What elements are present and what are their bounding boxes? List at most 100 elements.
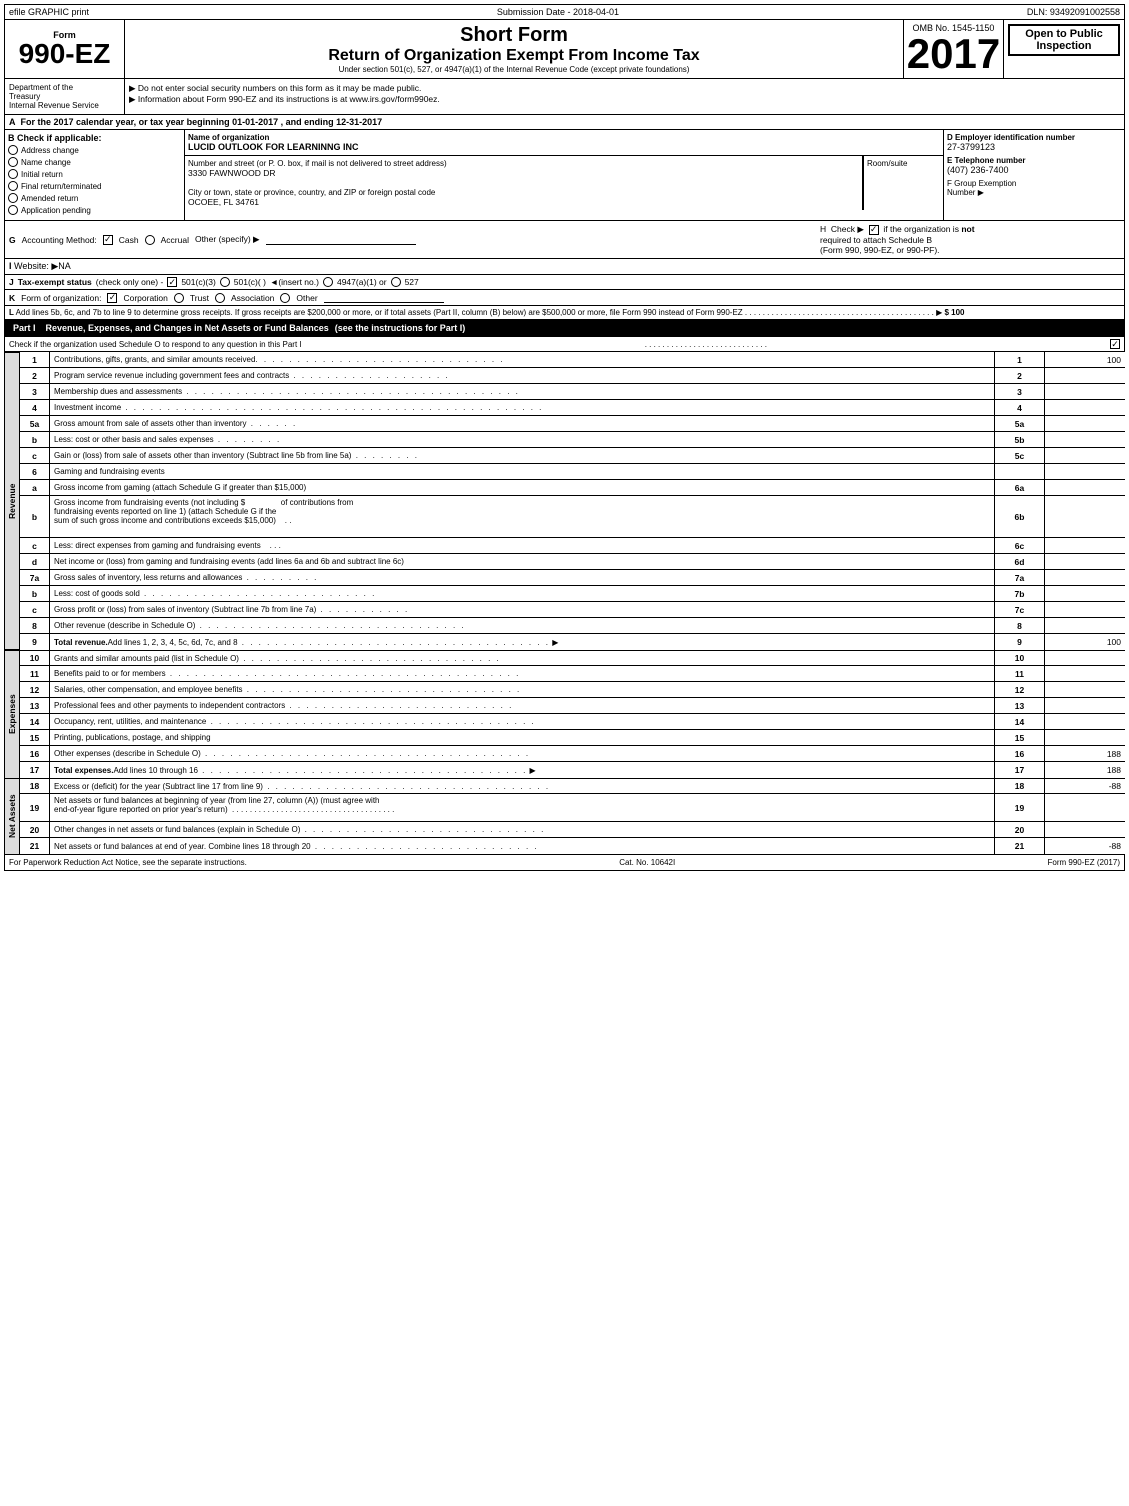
part1-header: Part I Revenue, Expenses, and Changes in… [4, 320, 1125, 337]
line-l-row: L Add lines 5b, 6c, and 7b to line 9 to … [4, 306, 1125, 320]
table-row: 9 Total revenue. Add lines 1, 2, 3, 4, 5… [20, 634, 1125, 650]
accrual-radio[interactable] [145, 235, 155, 245]
row-num-3: 3 [20, 384, 50, 399]
amended-radio[interactable] [8, 193, 18, 203]
table-row: 12 Salaries, other compensation, and emp… [20, 682, 1125, 698]
acct-left: G Accounting Method: Cash Accrual Other … [9, 234, 820, 245]
row-amount-6a [1045, 480, 1125, 495]
k-other-radio[interactable] [280, 293, 290, 303]
table-row: 2 Program service revenue including gove… [20, 368, 1125, 384]
row-desc-20: Other changes in net assets or fund bala… [50, 822, 995, 837]
row-amount-17: 188 [1045, 762, 1125, 778]
row-lineref-17: 17 [995, 762, 1045, 778]
row-lineref-6 [995, 464, 1045, 479]
row-lineref-4: 4 [995, 400, 1045, 415]
name-radio[interactable] [8, 157, 18, 167]
net-assets-section: Net Assets 18 Excess or (deficit) for th… [4, 778, 1125, 854]
row-amount-20 [1045, 822, 1125, 837]
row-desc-5a: Gross amount from sale of assets other t… [50, 416, 995, 431]
amended-label: Amended return [21, 194, 78, 203]
row-amount-3 [1045, 384, 1125, 399]
row-amount-7b [1045, 586, 1125, 601]
h-checkbox[interactable] [869, 225, 879, 235]
instructions-center: ▶ Do not enter social security numbers o… [125, 79, 1124, 114]
row-lineref-6c: 6c [995, 538, 1045, 553]
dept-info: Department of the Treasury Internal Reve… [5, 79, 125, 114]
row-num-10: 10 [20, 651, 50, 665]
check-row-final: Final return/terminated [8, 181, 181, 191]
row-amount-15 [1045, 730, 1125, 745]
row-lineref-18: 18 [995, 779, 1045, 793]
address-label-text: Number and street (or P. O. box, if mail… [188, 159, 859, 168]
initial-radio[interactable] [8, 169, 18, 179]
row-num-15: 15 [20, 730, 50, 745]
row-num-7c: c [20, 602, 50, 617]
row-amount-9: 100 [1045, 634, 1125, 650]
header-center: Short Form Return of Organization Exempt… [125, 20, 904, 78]
row-desc-7c: Gross profit or (loss) from sales of inv… [50, 602, 995, 617]
revenue-side-label: Revenue [4, 352, 20, 650]
row-desc-6a: Gross income from gaming (attach Schedul… [50, 480, 995, 495]
row-num-13: 13 [20, 698, 50, 713]
row-lineref-7c: 7c [995, 602, 1045, 617]
cash-checkbox[interactable] [103, 235, 113, 245]
row-amount-7a [1045, 570, 1125, 585]
form-number: 990-EZ [19, 40, 111, 68]
check-row-address: Address change [8, 145, 181, 155]
acct-title: Accounting Method: [22, 235, 97, 245]
row-lineref-9: 9 [995, 634, 1045, 650]
row-desc-13: Professional fees and other payments to … [50, 698, 995, 713]
table-row: 6 Gaming and fundraising events [20, 464, 1125, 480]
table-row: 13 Professional fees and other payments … [20, 698, 1125, 714]
table-row: d Net income or (loss) from gaming and f… [20, 554, 1125, 570]
address-radio[interactable] [8, 145, 18, 155]
row-num-20: 20 [20, 822, 50, 837]
row-num-6: 6 [20, 464, 50, 479]
final-radio[interactable] [8, 181, 18, 191]
tax-exempt-row: J Tax-exempt status (check only one) - 5… [4, 275, 1125, 290]
city-label-text: City or town, state or province, country… [188, 188, 859, 197]
j-501c3-checkbox[interactable] [167, 277, 177, 287]
table-row: 19 Net assets or fund balances at beginn… [20, 794, 1125, 822]
accrual-label: Accrual [161, 235, 189, 245]
efile-label: efile GRAPHIC print [9, 7, 89, 17]
cash-label: Cash [119, 235, 139, 245]
part1-label: Part I [9, 322, 40, 334]
row-desc-6b: Gross income from fundraising events (no… [50, 496, 995, 537]
k-corp-checkbox[interactable] [107, 293, 117, 303]
j-4947-radio[interactable] [323, 277, 333, 287]
org-name-value: LUCID OUTLOOK FOR LEARNINNG INC [188, 142, 940, 152]
schedule-o-checkbox[interactable] [1110, 339, 1120, 349]
j-527-radio[interactable] [391, 277, 401, 287]
j-501c-radio[interactable] [220, 277, 230, 287]
k-other-line [324, 292, 444, 303]
check-schedule-dots: . . . . . . . . . . . . . . . . . . . . … [645, 340, 767, 349]
k-trust-radio[interactable] [174, 293, 184, 303]
check-schedule-row: Check if the organization used Schedule … [4, 337, 1125, 352]
row-amount-10 [1045, 651, 1125, 665]
table-row: 15 Printing, publications, postage, and … [20, 730, 1125, 746]
address-col: Number and street (or P. O. box, if mail… [185, 156, 863, 210]
row-amount-8 [1045, 618, 1125, 633]
row-lineref-7b: 7b [995, 586, 1045, 601]
row-num-7b: b [20, 586, 50, 601]
net-assets-table: 18 Excess or (deficit) for the year (Sub… [20, 778, 1125, 854]
pending-radio[interactable] [8, 205, 18, 215]
open-public-label: Open to Public Inspection [1008, 24, 1120, 56]
row-amount-16: 188 [1045, 746, 1125, 761]
row-desc-12: Salaries, other compensation, and employ… [50, 682, 995, 697]
table-row: 11 Benefits paid to or for members . . .… [20, 666, 1125, 682]
phone-label: E Telephone number [947, 156, 1121, 165]
return-title: Return of Organization Exempt From Incom… [129, 47, 899, 65]
k-assoc-radio[interactable] [215, 293, 225, 303]
table-row: b Gross income from fundraising events (… [20, 496, 1125, 538]
part1-title: Revenue, Expenses, and Changes in Net As… [46, 323, 329, 333]
row-desc-6: Gaming and fundraising events [50, 464, 995, 479]
row-num-6a: a [20, 480, 50, 495]
row-desc-6c: Less: direct expenses from gaming and fu… [50, 538, 995, 553]
row-amount-5b [1045, 432, 1125, 447]
row-lineref-10: 10 [995, 651, 1045, 665]
row-lineref-6d: 6d [995, 554, 1045, 569]
submission-date: Submission Date - 2018-04-01 [497, 7, 619, 17]
row-amount-12 [1045, 682, 1125, 697]
